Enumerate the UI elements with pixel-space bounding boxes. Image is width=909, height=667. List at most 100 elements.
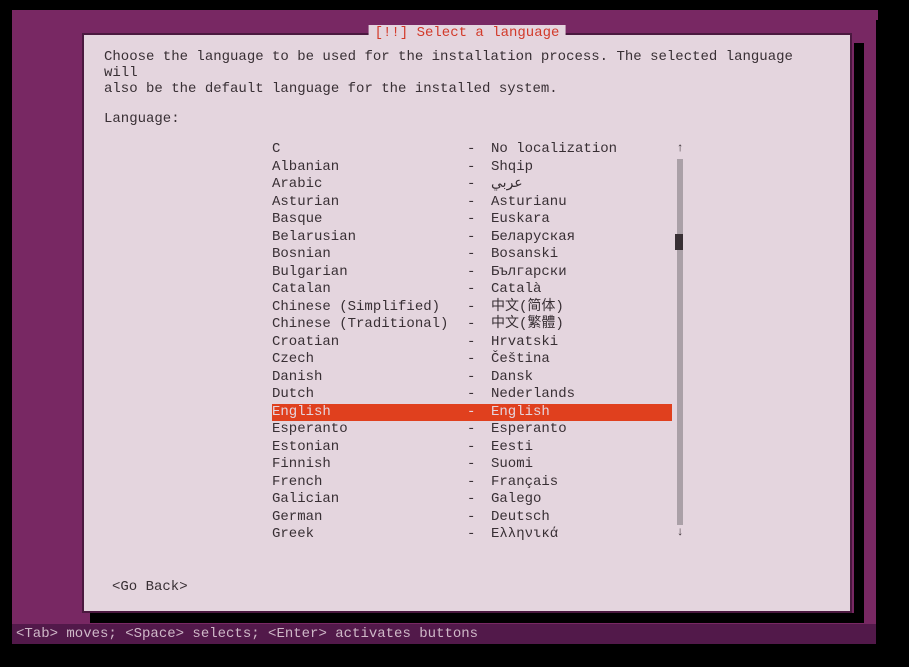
language-separator: - [467, 211, 491, 229]
language-separator: - [467, 491, 491, 509]
language-label: Language: [104, 111, 830, 127]
language-name: Basque [272, 211, 467, 229]
language-native: Ελληνικά [491, 526, 558, 544]
dialog-title: [!!] Select a language [369, 25, 566, 41]
language-native: Hrvatski [491, 334, 558, 352]
language-native: Deutsch [491, 509, 550, 527]
language-separator: - [467, 141, 491, 159]
language-name: Dutch [272, 386, 467, 404]
language-native: Nederlands [491, 386, 575, 404]
language-row[interactable]: Bulgarian-Български [272, 264, 672, 282]
language-row[interactable]: Catalan-Català [272, 281, 672, 299]
language-native: Eesti [491, 439, 533, 457]
language-separator: - [467, 264, 491, 282]
language-row[interactable]: Greek-Ελληνικά [272, 526, 672, 544]
language-separator: - [467, 351, 491, 369]
dialog-content: Choose the language to be used for the i… [84, 35, 850, 558]
language-native: No localization [491, 141, 617, 159]
language-name: Danish [272, 369, 467, 387]
language-list-container: C-No localizationAlbanian-ShqipArabic-عر… [272, 141, 672, 544]
language-row[interactable]: Asturian-Asturianu [272, 194, 672, 212]
language-separator: - [467, 334, 491, 352]
scroll-down-icon[interactable]: ↓ [675, 525, 685, 543]
scroll-up-icon[interactable]: ↑ [675, 141, 685, 159]
language-row[interactable]: German-Deutsch [272, 509, 672, 527]
language-row[interactable]: Estonian-Eesti [272, 439, 672, 457]
language-native: Suomi [491, 456, 533, 474]
language-separator: - [467, 439, 491, 457]
language-separator: - [467, 299, 491, 317]
language-separator: - [467, 421, 491, 439]
language-row[interactable]: Chinese (Traditional)-中文(繁體) [272, 316, 672, 334]
scroll-thumb[interactable] [675, 234, 683, 250]
language-row[interactable]: Finnish-Suomi [272, 456, 672, 474]
language-separator: - [467, 474, 491, 492]
language-row[interactable]: Czech-Čeština [272, 351, 672, 369]
language-native: 中文(繁體) [491, 316, 564, 334]
language-name: Esperanto [272, 421, 467, 439]
language-name: Belarusian [272, 229, 467, 247]
language-separator: - [467, 176, 491, 194]
language-native: Dansk [491, 369, 533, 387]
language-name: Estonian [272, 439, 467, 457]
language-separator: - [467, 246, 491, 264]
language-name: Bosnian [272, 246, 467, 264]
language-separator: - [467, 404, 491, 422]
language-separator: - [467, 159, 491, 177]
language-name: Catalan [272, 281, 467, 299]
language-native: Français [491, 474, 558, 492]
language-name: English [272, 404, 467, 422]
language-native: Shqip [491, 159, 533, 177]
language-native: Euskara [491, 211, 550, 229]
language-row[interactable]: Galician-Galego [272, 491, 672, 509]
language-separator: - [467, 386, 491, 404]
dialog-shadow-bottom [90, 613, 862, 623]
language-row[interactable]: English-English [272, 404, 672, 422]
language-name: Chinese (Traditional) [272, 316, 467, 334]
outer-shadow [876, 20, 896, 652]
language-row[interactable]: Belarusian-Беларуская [272, 229, 672, 247]
instruction-text: Choose the language to be used for the i… [104, 49, 830, 97]
dialog-box: [!!] Select a language Choose the langua… [82, 33, 852, 613]
language-name: Asturian [272, 194, 467, 212]
language-row[interactable]: C-No localization [272, 141, 672, 159]
language-native: Asturianu [491, 194, 567, 212]
language-row[interactable]: French-Français [272, 474, 672, 492]
language-native: Български [491, 264, 567, 282]
language-row[interactable]: Croatian-Hrvatski [272, 334, 672, 352]
language-row[interactable]: Basque-Euskara [272, 211, 672, 229]
language-name: Finnish [272, 456, 467, 474]
language-row[interactable]: Esperanto-Esperanto [272, 421, 672, 439]
language-name: Bulgarian [272, 264, 467, 282]
language-row[interactable]: Albanian-Shqip [272, 159, 672, 177]
language-separator: - [467, 229, 491, 247]
language-row[interactable]: Danish-Dansk [272, 369, 672, 387]
scrollbar[interactable]: ↑ ↓ [675, 141, 685, 543]
scroll-track[interactable] [677, 159, 683, 525]
language-native: Беларуская [491, 229, 575, 247]
language-separator: - [467, 316, 491, 334]
dialog-shadow-right [854, 43, 864, 623]
language-name: Czech [272, 351, 467, 369]
language-name: Chinese (Simplified) [272, 299, 467, 317]
language-separator: - [467, 456, 491, 474]
language-name: Albanian [272, 159, 467, 177]
language-row[interactable]: Arabic-عربي [272, 176, 672, 194]
language-name: Arabic [272, 176, 467, 194]
language-name: French [272, 474, 467, 492]
language-name: Greek [272, 526, 467, 544]
language-separator: - [467, 509, 491, 527]
language-separator: - [467, 526, 491, 544]
language-row[interactable]: Dutch-Nederlands [272, 386, 672, 404]
go-back-button[interactable]: <Go Back> [112, 579, 188, 595]
language-native: Bosanski [491, 246, 558, 264]
language-name: Galician [272, 491, 467, 509]
language-name: Croatian [272, 334, 467, 352]
language-native: English [491, 404, 550, 422]
language-native: 中文(简体) [491, 299, 564, 317]
language-row[interactable]: Chinese (Simplified)-中文(简体) [272, 299, 672, 317]
language-separator: - [467, 369, 491, 387]
language-row[interactable]: Bosnian-Bosanski [272, 246, 672, 264]
help-bar: <Tab> moves; <Space> selects; <Enter> ac… [12, 624, 878, 644]
language-list[interactable]: C-No localizationAlbanian-ShqipArabic-عر… [272, 141, 672, 544]
